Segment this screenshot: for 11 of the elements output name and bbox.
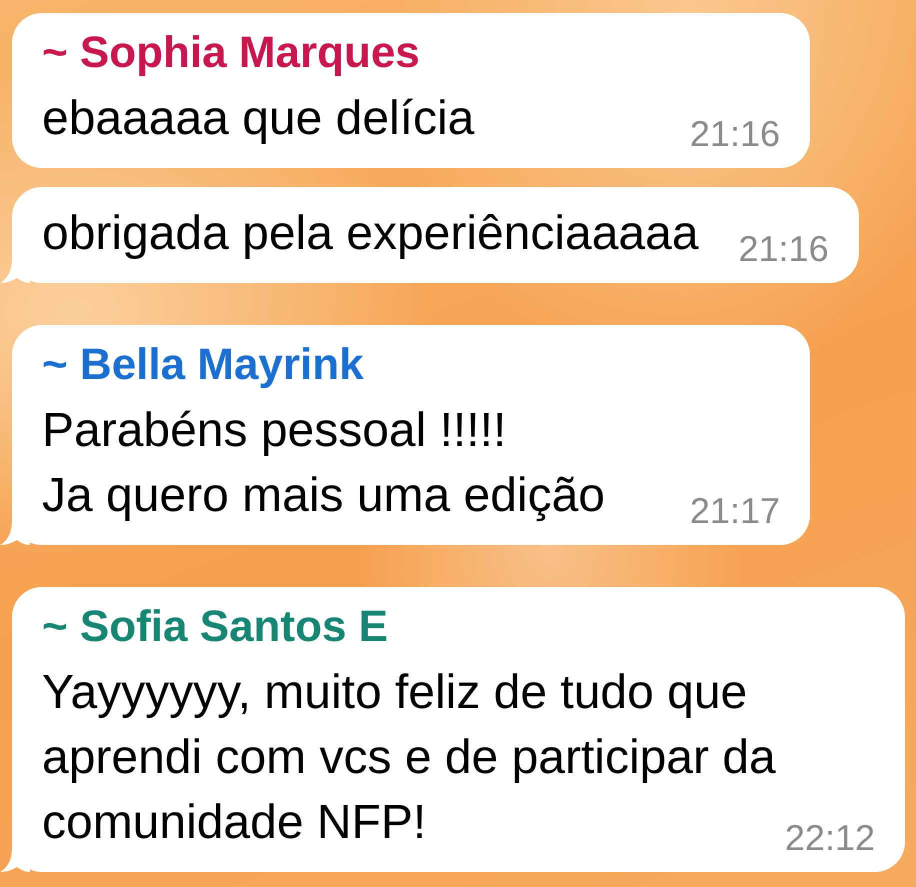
message-time: 21:16 (690, 112, 780, 156)
message-text: ebaaaaa que delícia (42, 92, 474, 145)
message-time: 22:12 (784, 816, 875, 860)
message-time: 21:16 (738, 227, 829, 271)
message-text: Parabéns pessoal !!!!! Ja quero mais uma edição (42, 404, 605, 522)
message-time: 21:17 (690, 489, 780, 533)
message-text: obrigada pela experiênciaaaaa (42, 207, 699, 260)
message-text: Yayyyyyy, muito feliz de tudo que aprendi com vcs e de participar da comunidade NFP! (42, 666, 776, 849)
sender-name: ~ Sofia Santos E (42, 601, 389, 653)
sender-name: ~ Bella Mayrink (42, 339, 365, 391)
sender-name: ~ Sophia Marques (42, 27, 421, 79)
